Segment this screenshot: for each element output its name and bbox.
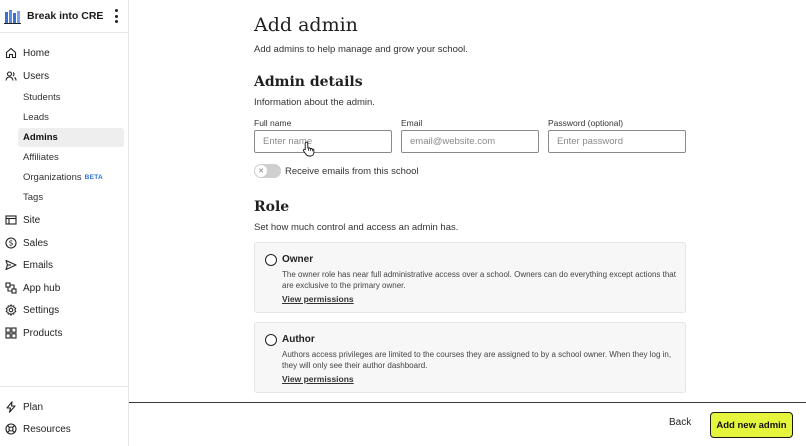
nav-settings[interactable]: Settings (0, 300, 59, 320)
dollar-icon: $ (5, 237, 17, 249)
home-icon (5, 47, 17, 59)
nav-products[interactable]: Products (0, 323, 62, 343)
role-option-author[interactable]: Author Authors access privileges are lim… (254, 322, 686, 393)
nav-resources-label: Resources (23, 423, 71, 435)
app-hub-icon (5, 282, 17, 294)
sidebar-divider (0, 386, 128, 387)
nav-plan[interactable]: Plan (0, 397, 43, 417)
more-options-icon[interactable] (113, 9, 119, 23)
nav-app-hub[interactable]: App hub (0, 278, 60, 298)
sidebar-item-label: Students (23, 92, 61, 103)
full-name-label: Full name (254, 118, 292, 128)
full-name-input[interactable] (254, 130, 392, 153)
nav-sales-label: Sales (23, 237, 49, 249)
receive-emails-toggle[interactable]: ✕ (254, 164, 281, 178)
products-icon (5, 327, 17, 339)
nav-resources[interactable]: Resources (0, 419, 71, 439)
nav-emails[interactable]: Emails (0, 255, 53, 275)
sidebar-item-admins[interactable]: Admins (18, 128, 124, 147)
send-icon (5, 259, 17, 271)
sidebar-item-tags[interactable]: Tags (18, 188, 124, 207)
page-subtitle: Add admins to help manage and grow your … (254, 44, 468, 55)
role-option-owner[interactable]: Owner The owner role has near full admin… (254, 242, 686, 313)
page-title: Add admin (254, 14, 358, 36)
role-option-title: Author (282, 334, 315, 345)
site-icon (5, 214, 17, 226)
password-label: Password (optional) (548, 118, 624, 128)
password-input[interactable] (548, 130, 686, 153)
sidebar-item-label: Tags (23, 192, 44, 203)
role-subtitle: Set how much control and access an admin… (254, 222, 459, 233)
admin-details-title: Admin details (254, 74, 363, 90)
lightning-icon (5, 401, 17, 413)
view-permissions-link[interactable]: View permissions (282, 294, 354, 304)
email-input[interactable] (401, 130, 539, 153)
nav-settings-label: Settings (23, 304, 60, 316)
owner-radio[interactable] (265, 254, 277, 266)
nav-sales[interactable]: $ Sales (0, 233, 48, 253)
main-content: Add admin Add admins to help manage and … (129, 0, 806, 446)
users-icon (5, 70, 17, 82)
nav-users-label: Users (23, 70, 50, 82)
nav-app-hub-label: App hub (23, 282, 61, 294)
role-option-description: The owner role has near full administrat… (282, 270, 676, 290)
sidebar: Break into CRE Home Users Students Leads… (0, 0, 129, 446)
sidebar-item-organizations[interactable]: Organizations BETA (18, 168, 124, 187)
nav-home-label: Home (23, 47, 50, 59)
sidebar-item-affiliates[interactable]: Affiliates (18, 148, 124, 167)
school-switcher[interactable]: Break into CRE (0, 0, 128, 33)
admin-details-subtitle: Information about the admin. (254, 97, 375, 108)
author-radio[interactable] (265, 334, 277, 346)
school-name: Break into CRE (27, 10, 104, 22)
sidebar-item-label: Organizations (23, 172, 82, 183)
svg-text:$: $ (9, 239, 14, 248)
role-option-title: Owner (282, 254, 314, 265)
email-label: Email (401, 118, 423, 128)
nav-site[interactable]: Site (0, 210, 40, 230)
beta-badge: BETA (84, 174, 104, 181)
role-title: Role (254, 199, 290, 215)
nav-site-label: Site (23, 214, 41, 226)
nav-home[interactable]: Home (0, 43, 50, 63)
lifebuoy-icon (5, 423, 17, 435)
add-new-admin-button[interactable]: Add new admin (710, 412, 793, 438)
form-footer: Back Add new admin (129, 402, 806, 446)
view-permissions-link[interactable]: View permissions (282, 374, 354, 384)
nav-users[interactable]: Users (0, 66, 49, 86)
sidebar-item-students[interactable]: Students (18, 88, 124, 107)
nav-emails-label: Emails (23, 259, 54, 271)
sidebar-item-label: Admins (23, 132, 58, 143)
receive-emails-label: Receive emails from this school (285, 166, 419, 177)
building-logo-icon (4, 9, 21, 24)
sidebar-item-leads[interactable]: Leads (18, 108, 124, 127)
nav-plan-label: Plan (23, 401, 44, 413)
sidebar-item-label: Affiliates (23, 152, 59, 163)
back-button[interactable]: Back (669, 417, 691, 428)
role-option-description: Authors access privileges are limited to… (282, 350, 672, 370)
gear-icon (5, 304, 17, 316)
sidebar-item-label: Leads (23, 112, 49, 123)
nav-products-label: Products (23, 327, 63, 339)
toggle-off-icon: ✕ (255, 165, 267, 177)
